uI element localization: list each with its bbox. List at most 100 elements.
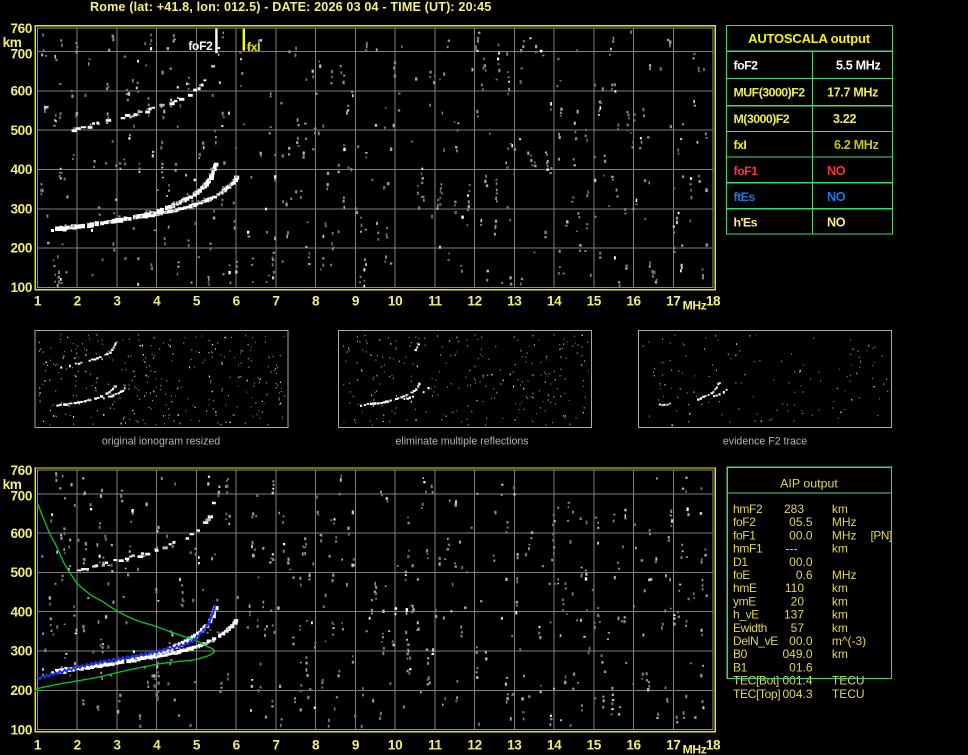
- svg-text:fxI: fxI: [247, 40, 260, 54]
- svg-text:00.0: 00.0: [789, 555, 813, 569]
- svg-text:12: 12: [467, 294, 482, 309]
- svg-text:10: 10: [388, 294, 402, 309]
- svg-text:NO: NO: [827, 190, 846, 204]
- svg-text:5.5 MHz: 5.5 MHz: [836, 59, 880, 73]
- svg-text:5: 5: [193, 294, 201, 309]
- svg-text:---: ---: [786, 542, 798, 556]
- svg-text:B1: B1: [733, 660, 748, 674]
- svg-text:AIP output: AIP output: [780, 477, 838, 491]
- svg-text:500: 500: [11, 123, 32, 138]
- svg-text:300: 300: [11, 644, 32, 659]
- svg-text:18: 18: [706, 738, 721, 753]
- svg-text:16: 16: [626, 294, 641, 309]
- svg-text:700: 700: [11, 46, 32, 61]
- svg-text:400: 400: [11, 604, 32, 619]
- svg-text:evidence F2 trace: evidence F2 trace: [723, 436, 807, 448]
- svg-text:300: 300: [11, 202, 32, 217]
- svg-text:11: 11: [428, 738, 442, 753]
- svg-text:05.5: 05.5: [789, 515, 813, 529]
- svg-text:hmF2: hmF2: [733, 502, 763, 516]
- svg-text:foF2: foF2: [188, 39, 213, 53]
- svg-text:NO: NO: [827, 164, 846, 178]
- svg-text:km: km: [832, 542, 848, 556]
- svg-text:049.0: 049.0: [782, 647, 812, 661]
- svg-text:foF2: foF2: [734, 59, 759, 73]
- svg-text:9: 9: [352, 294, 360, 309]
- svg-text:MHz: MHz: [832, 528, 857, 542]
- svg-text:400: 400: [11, 162, 32, 177]
- svg-text:hmE: hmE: [733, 581, 757, 595]
- svg-text:12: 12: [467, 738, 482, 753]
- svg-text:2: 2: [74, 738, 82, 753]
- svg-text:TECU: TECU: [832, 687, 865, 701]
- svg-text:3: 3: [113, 738, 121, 753]
- svg-text:8: 8: [312, 738, 320, 753]
- svg-text:13: 13: [507, 294, 522, 309]
- svg-text:17.7 MHz: 17.7 MHz: [827, 86, 878, 100]
- svg-text:Ewidth: Ewidth: [733, 621, 767, 635]
- svg-text:001.4: 001.4: [782, 674, 812, 688]
- svg-text:foF1: foF1: [733, 528, 756, 542]
- svg-text:5: 5: [193, 738, 201, 753]
- svg-text:3: 3: [113, 294, 121, 309]
- svg-text:0.6: 0.6: [796, 568, 813, 582]
- svg-text:200: 200: [11, 241, 32, 256]
- svg-text:km: km: [832, 502, 848, 516]
- svg-text:ymE: ymE: [733, 594, 756, 608]
- svg-text:18: 18: [706, 294, 721, 309]
- svg-text:eliminate multiple reflections: eliminate multiple reflections: [395, 436, 528, 448]
- svg-text:7: 7: [272, 738, 279, 753]
- svg-text:1: 1: [34, 294, 42, 309]
- svg-text:15: 15: [587, 294, 602, 309]
- svg-text:600: 600: [11, 84, 32, 99]
- svg-text:137: 137: [784, 608, 804, 622]
- svg-text:500: 500: [11, 565, 32, 580]
- svg-text:110: 110: [785, 581, 804, 595]
- svg-text:57: 57: [791, 621, 805, 635]
- svg-text:100: 100: [11, 280, 32, 295]
- svg-text:11: 11: [428, 294, 442, 309]
- svg-text:8: 8: [312, 294, 320, 309]
- svg-text:16: 16: [626, 738, 641, 753]
- svg-text:hmF1: hmF1: [733, 542, 763, 556]
- svg-text:00.0: 00.0: [789, 528, 813, 542]
- svg-text:foF1: foF1: [734, 164, 759, 178]
- svg-text:00.0: 00.0: [789, 634, 813, 648]
- svg-text:2: 2: [74, 294, 82, 309]
- svg-text:km: km: [832, 608, 848, 622]
- svg-text:7: 7: [272, 294, 279, 309]
- svg-text:foE: foE: [733, 568, 750, 582]
- svg-text:17: 17: [666, 738, 680, 753]
- svg-text:760: 760: [11, 21, 32, 36]
- svg-text:h'Es: h'Es: [734, 216, 758, 230]
- svg-text:km: km: [832, 581, 848, 595]
- svg-text:6: 6: [233, 738, 241, 753]
- svg-text:200: 200: [11, 683, 32, 698]
- svg-text:14: 14: [547, 738, 562, 753]
- svg-text:100: 100: [11, 722, 32, 737]
- svg-text:M(3000)F2: M(3000)F2: [734, 112, 790, 126]
- svg-text:km: km: [832, 621, 848, 635]
- svg-text:Rome (lat: +41.8, lon: 012.5): Rome (lat: +41.8, lon: 012.5) - DATE: 20…: [90, 0, 491, 14]
- svg-text:20: 20: [791, 594, 805, 608]
- svg-text:DelN_vE: DelN_vE: [733, 634, 778, 648]
- svg-text:MHz: MHz: [832, 515, 857, 529]
- svg-text:01.6: 01.6: [789, 660, 813, 674]
- svg-text:600: 600: [11, 526, 32, 541]
- svg-text:km: km: [832, 647, 848, 661]
- svg-text:km: km: [832, 594, 848, 608]
- svg-text:TEC[Bot]: TEC[Bot]: [733, 674, 779, 688]
- svg-text:NO: NO: [827, 216, 846, 230]
- svg-text:MHz: MHz: [832, 568, 857, 582]
- svg-text:283: 283: [784, 502, 804, 516]
- svg-text:760: 760: [11, 463, 32, 478]
- svg-text:ftEs: ftEs: [734, 190, 756, 204]
- svg-text:B0: B0: [733, 647, 748, 661]
- svg-text:6.2 MHz: 6.2 MHz: [834, 138, 878, 152]
- svg-text:original ionogram resized: original ionogram resized: [102, 436, 220, 448]
- svg-text:1: 1: [34, 738, 42, 753]
- svg-text:15: 15: [587, 738, 602, 753]
- svg-text:3.22: 3.22: [833, 112, 856, 126]
- svg-text:m^(-3): m^(-3): [832, 634, 866, 648]
- svg-text:D1: D1: [733, 555, 748, 569]
